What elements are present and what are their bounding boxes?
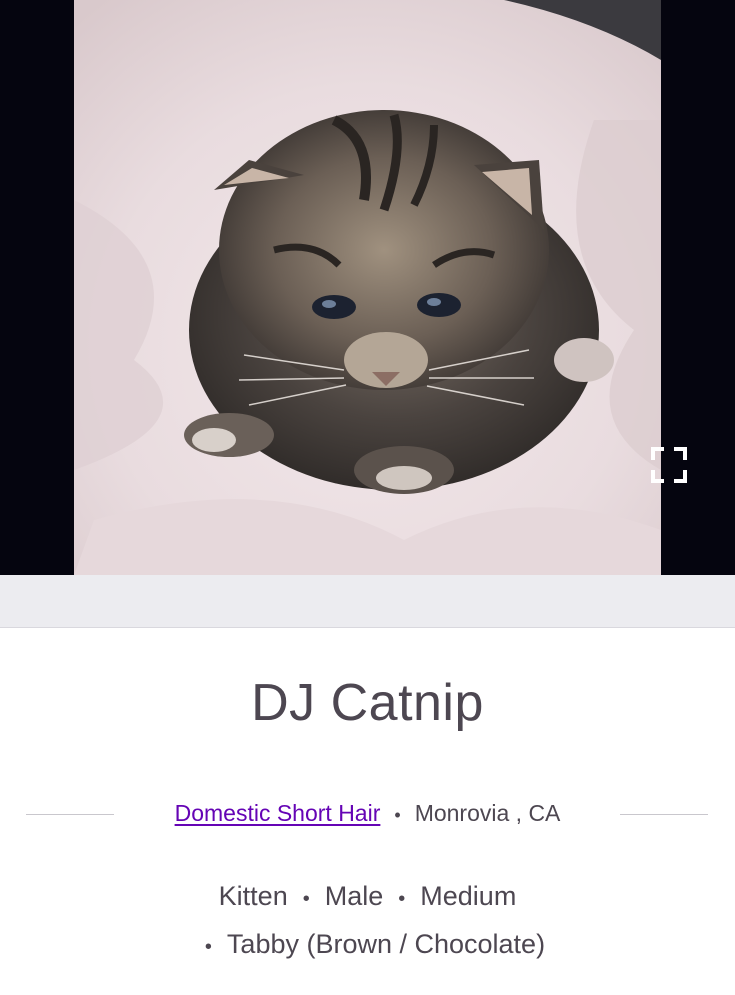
- pet-name: DJ Catnip: [251, 674, 484, 732]
- kitten-image: [74, 0, 661, 575]
- gray-divider-band: [0, 575, 735, 628]
- bullet-separator: •: [302, 888, 310, 910]
- bullet-separator: •: [398, 888, 406, 910]
- breed-link[interactable]: Domestic Short Hair: [175, 800, 381, 826]
- location-text: Monrovia , CA: [414, 800, 561, 826]
- pet-photo[interactable]: [74, 0, 661, 575]
- age-text: Kitten: [218, 881, 288, 911]
- color-text: Tabby (Brown / Chocolate): [226, 929, 546, 959]
- bullet-separator: •: [204, 936, 212, 958]
- pet-details-card: DJ Catnip Domestic Short Hair • Monrovia ,…: [0, 629, 735, 995]
- photo-carousel[interactable]: [0, 0, 735, 575]
- gender-text: Male: [324, 881, 384, 911]
- bullet-separator: •: [394, 805, 401, 825]
- breed-location-row: Domestic Short Hair • Monrovia , CA: [0, 795, 735, 831]
- pet-attributes: Kitten • Male • Medium • Tabby (Brown / Choco…: [0, 874, 735, 970]
- expand-icon[interactable]: [648, 444, 690, 486]
- size-text: Medium: [420, 881, 517, 911]
